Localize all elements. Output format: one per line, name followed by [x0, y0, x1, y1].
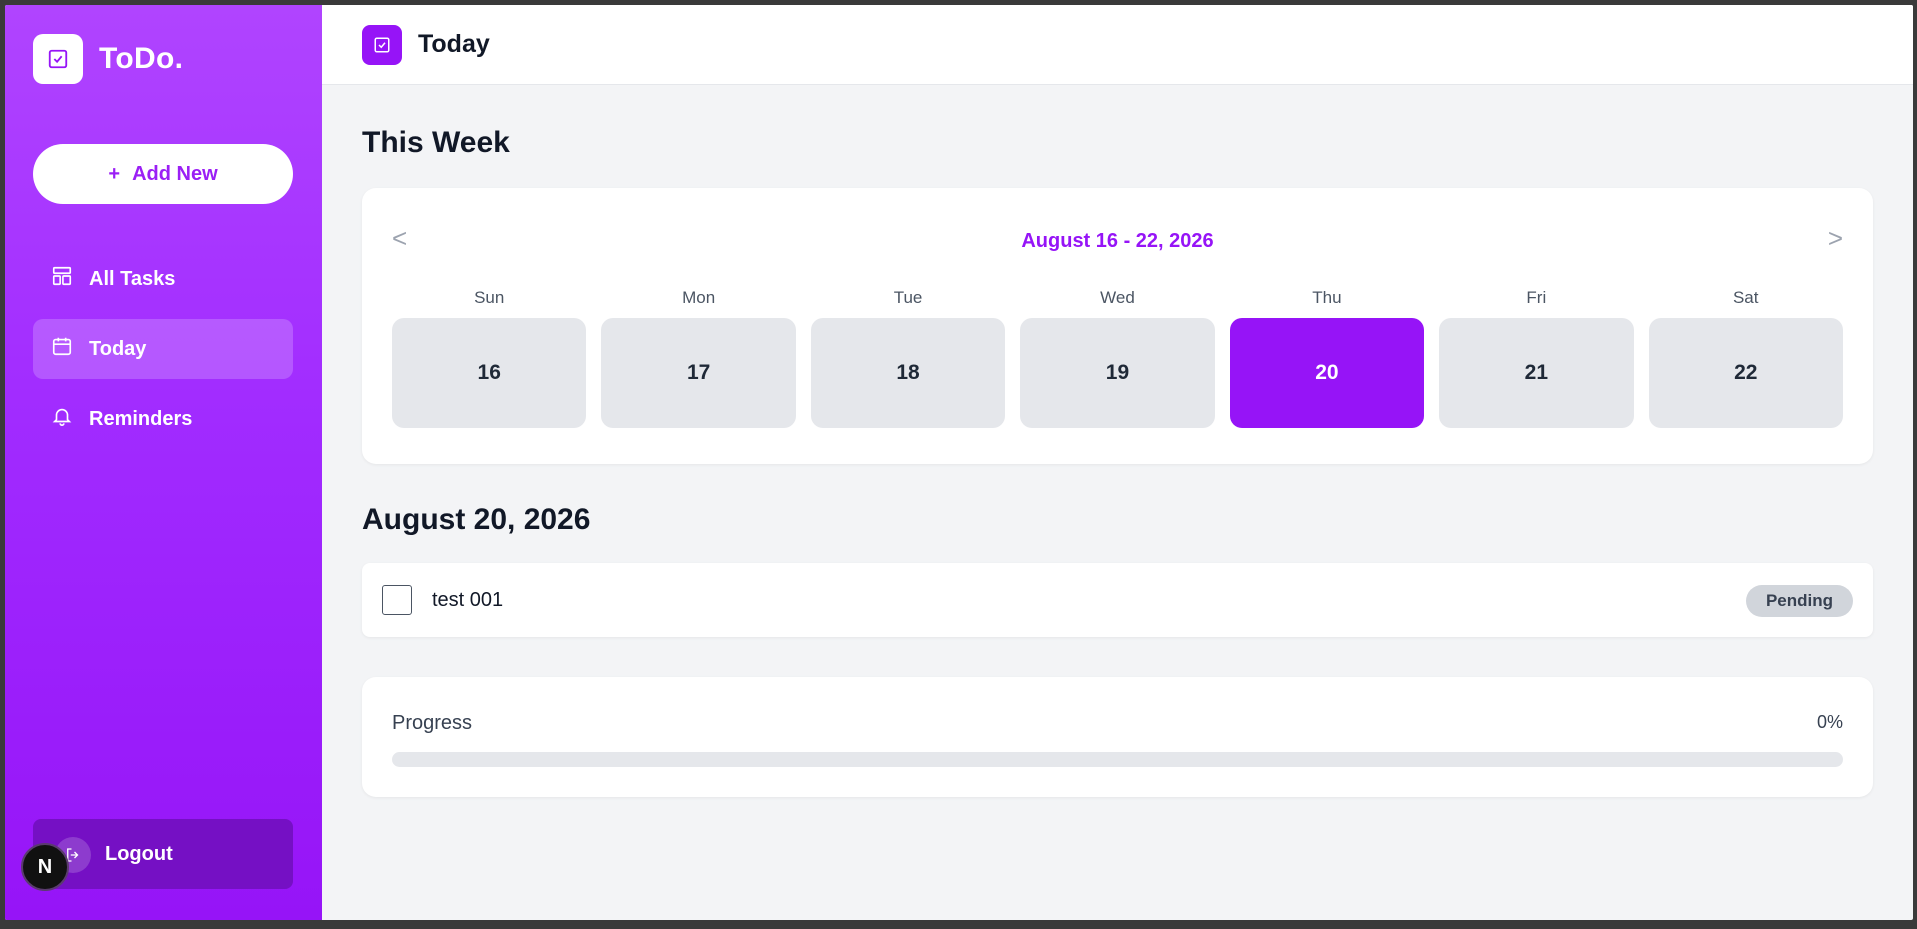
day-name: Sun: [474, 288, 505, 307]
day-name: Tue: [893, 288, 923, 307]
page-title: Today: [418, 30, 490, 58]
sidebar-item-today[interactable]: Today: [33, 319, 293, 379]
top-bar: Today: [322, 5, 1913, 85]
day-column-thu: Thu 20: [1229, 288, 1425, 428]
sidebar-item-label: All Tasks: [89, 267, 176, 290]
day-button-selected[interactable]: 20: [1229, 318, 1425, 428]
status-badge: Pending: [1745, 585, 1853, 617]
bell-icon: [51, 405, 73, 433]
progress-label: Progress: [392, 712, 473, 734]
task-checkbox[interactable]: [382, 585, 412, 615]
day-button[interactable]: 16: [392, 318, 587, 428]
dev-tools-badge[interactable]: N: [21, 843, 69, 891]
day-column-tue: Tue 18: [810, 288, 1006, 428]
day-name: Mon: [682, 288, 716, 307]
task-row: test 001 Pending: [362, 563, 1873, 637]
app-window: ToDo. + Add New All Tasks Today Reminder…: [5, 5, 1913, 920]
logout-label: Logout: [105, 842, 173, 865]
sidebar-nav: All Tasks Today Reminders: [33, 249, 293, 459]
selected-date-heading: August 20, 2026: [362, 503, 591, 536]
week-days: Sun 16 Mon 17 Tue 18 Wed 19 Thu 20 Fri 2…: [392, 288, 1843, 428]
sidebar-item-reminders[interactable]: Reminders: [33, 389, 293, 449]
day-column-sat: Sat 22: [1648, 288, 1843, 428]
content-area: This Week < August 16 - 22, 2026 > Sun 1…: [322, 126, 1913, 797]
progress-bar: [392, 752, 1843, 767]
day-column-wed: Wed 19: [1020, 288, 1215, 428]
day-name: Wed: [1100, 288, 1135, 307]
task-name: test 001: [432, 588, 504, 611]
day-column-sun: Sun 16: [392, 288, 587, 428]
app-name: ToDo.: [99, 42, 184, 75]
sidebar-item-label: Today: [89, 337, 147, 360]
day-button[interactable]: 18: [810, 318, 1006, 428]
day-name: Sat: [1732, 288, 1759, 307]
progress-value: 0%: [1816, 712, 1843, 732]
week-navigation: < August 16 - 22, 2026 >: [362, 223, 1873, 259]
progress-card: Progress 0%: [362, 677, 1873, 797]
day-name: Thu: [1312, 288, 1342, 307]
prev-week-button[interactable]: <: [392, 223, 407, 254]
add-new-button[interactable]: + Add New: [33, 144, 293, 204]
brand: ToDo.: [33, 34, 183, 84]
day-button[interactable]: 22: [1648, 318, 1843, 428]
layout-icon: [51, 265, 73, 293]
day-column-fri: Fri 21: [1439, 288, 1634, 428]
plus-icon: +: [108, 162, 121, 185]
sidebar-item-all-tasks[interactable]: All Tasks: [33, 249, 293, 309]
logout-button[interactable]: Logout: [33, 819, 293, 889]
calendar-icon: [51, 335, 73, 363]
week-calendar: < August 16 - 22, 2026 > Sun 16 Mon 17 T…: [362, 188, 1873, 464]
day-button[interactable]: 17: [601, 318, 796, 428]
add-new-label: Add New: [132, 162, 218, 185]
main-content: Today This Week < August 16 - 22, 2026 >…: [322, 5, 1913, 920]
sidebar: ToDo. + Add New All Tasks Today Reminder…: [5, 5, 322, 920]
day-name: Fri: [1526, 288, 1547, 307]
check-square-icon: [33, 34, 83, 84]
day-button[interactable]: 19: [1020, 318, 1215, 428]
sidebar-item-label: Reminders: [89, 407, 193, 430]
week-heading: This Week: [362, 126, 510, 159]
next-week-button[interactable]: >: [1828, 223, 1843, 254]
week-range: August 16 - 22, 2026: [1021, 230, 1214, 252]
day-button[interactable]: 21: [1439, 318, 1634, 428]
day-column-mon: Mon 17: [601, 288, 796, 428]
check-square-icon: [362, 24, 402, 65]
